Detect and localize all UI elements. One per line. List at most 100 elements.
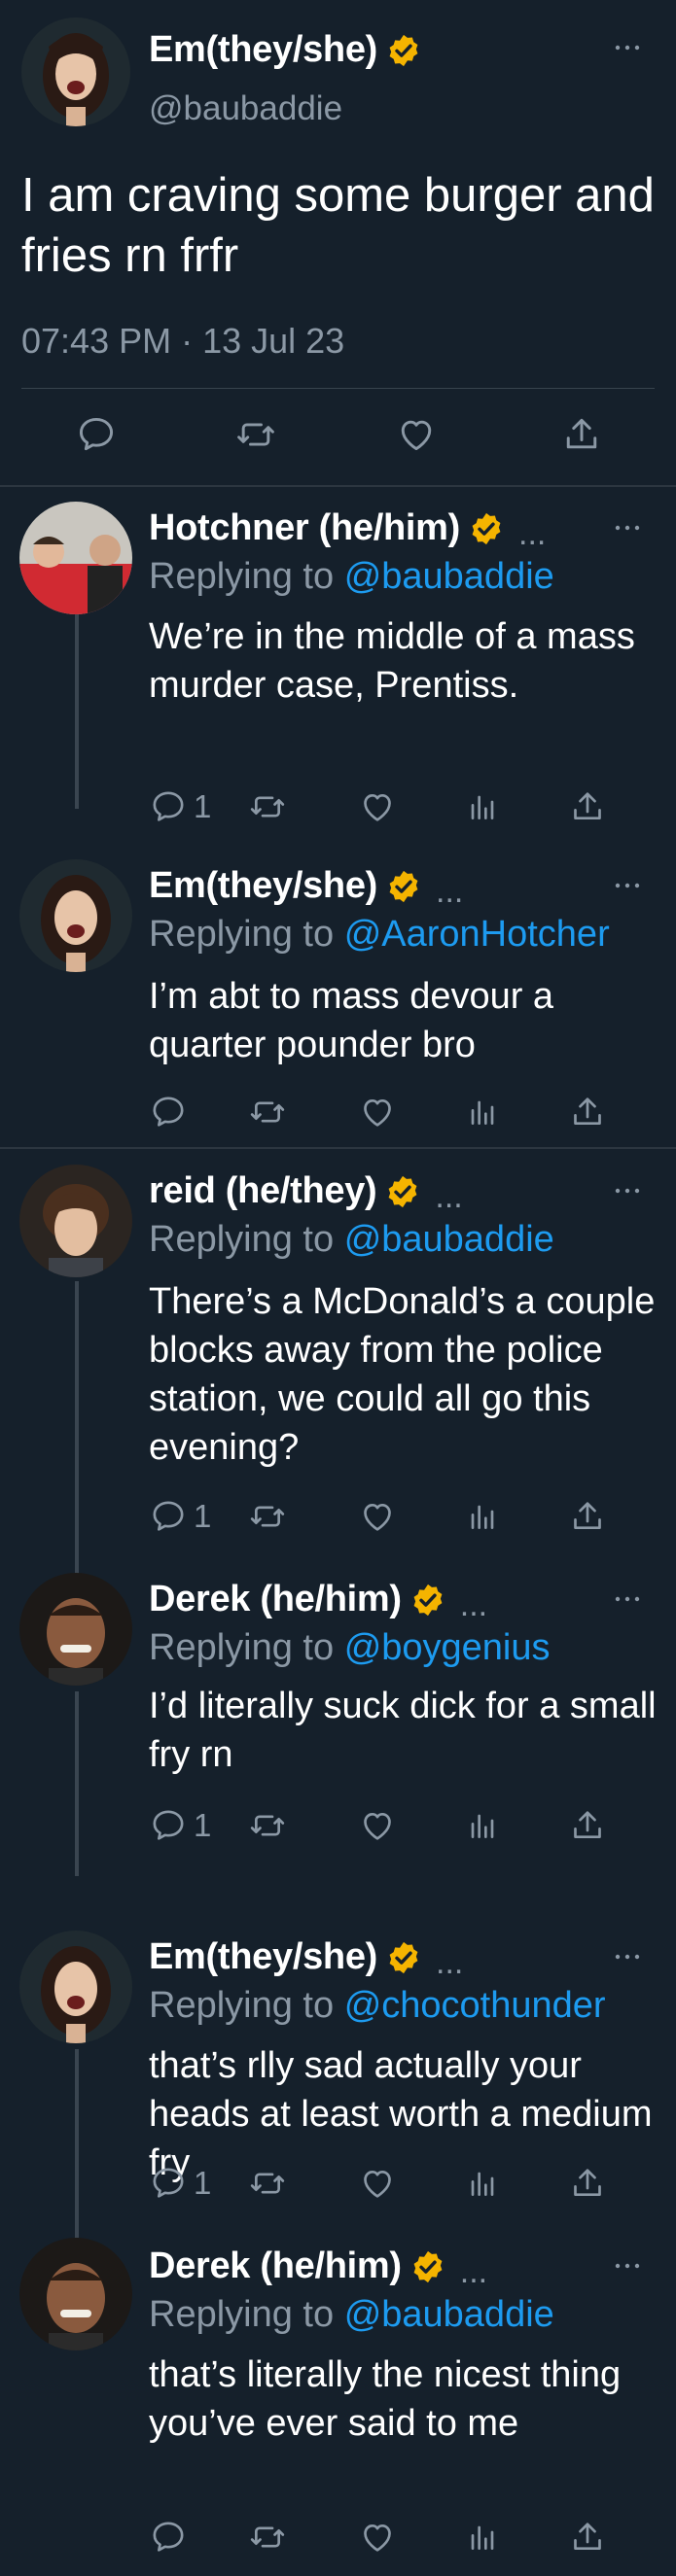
analytics-button[interactable] [463, 1806, 502, 1845]
replying-label: Replying to [149, 1985, 335, 2026]
author-overflow: ... [435, 1178, 463, 1215]
more-icon[interactable] [613, 1952, 642, 1962]
avatar[interactable] [21, 17, 130, 126]
share-button[interactable] [568, 1806, 607, 1845]
reply-button[interactable] [149, 1093, 194, 1131]
retweet-button[interactable] [248, 2164, 287, 2203]
replying-label: Replying to [149, 556, 335, 597]
analytics-icon [463, 787, 502, 826]
reply-count: 1 [194, 788, 212, 824]
author-name[interactable]: Derek (he/him) [149, 2245, 402, 2287]
retweet-button[interactable] [248, 2518, 287, 2557]
verified-badge-icon [384, 1173, 421, 1210]
like-button[interactable] [358, 2518, 397, 2557]
share-button[interactable] [568, 2518, 607, 2557]
more-icon[interactable] [613, 881, 642, 890]
reply-button[interactable] [149, 2518, 194, 2557]
retweet-icon [248, 1806, 287, 1845]
author-row: Hotchner (he/him) ... [149, 507, 546, 552]
retweet-button[interactable] [248, 1497, 287, 1536]
avatar[interactable] [19, 1931, 132, 2043]
reply-button[interactable]: 1 [149, 1497, 211, 1536]
more-icon[interactable] [613, 43, 642, 52]
share-button[interactable] [568, 1093, 607, 1131]
like-button[interactable] [395, 413, 438, 456]
mention-link[interactable]: @baubaddie [344, 556, 554, 597]
tweet-actions [0, 2518, 676, 2557]
verified-badge-icon [385, 32, 422, 69]
share-button[interactable] [560, 413, 603, 456]
author-name[interactable]: reid (he/they) [149, 1170, 377, 1212]
avatar[interactable] [19, 859, 132, 972]
like-icon [358, 1806, 397, 1845]
like-button[interactable] [358, 787, 397, 826]
analytics-button[interactable] [463, 1093, 502, 1131]
more-icon[interactable] [613, 2261, 642, 2271]
thread-line [75, 1281, 79, 1584]
author-row: reid (he/they) ... [149, 1170, 463, 1215]
mention-link[interactable]: @AaronHotcher [344, 914, 610, 955]
reply-button[interactable]: 1 [149, 787, 211, 826]
share-button[interactable] [568, 787, 607, 826]
avatar[interactable] [19, 1165, 132, 1277]
author-name[interactable]: Em(they/she) [149, 29, 377, 71]
mention-link[interactable]: @chocothunder [344, 1985, 606, 2026]
like-button[interactable] [358, 1093, 397, 1131]
retweet-icon [248, 2518, 287, 2557]
tweet-text: There’s a McDonald’s a couple blocks awa… [149, 1281, 656, 1468]
analytics-icon [463, 1497, 502, 1536]
author-name[interactable]: Em(they/she) [149, 865, 377, 907]
author-row: Em(they/she) ... [149, 865, 463, 910]
tweet-text: that’s literally the nicest thing you’ve… [149, 2354, 622, 2444]
avatar[interactable] [19, 2238, 132, 2350]
tweet-actions: 1 [0, 1806, 676, 1845]
mention-link[interactable]: @baubaddie [344, 1219, 554, 1260]
tweet-actions [0, 413, 676, 462]
retweet-icon [248, 787, 287, 826]
retweet-button[interactable] [248, 787, 287, 826]
avatar[interactable] [19, 1573, 132, 1686]
divider [21, 388, 655, 389]
analytics-button[interactable] [463, 2164, 502, 2203]
like-button[interactable] [358, 1497, 397, 1536]
share-icon [568, 2518, 607, 2557]
retweet-button[interactable] [248, 1093, 287, 1131]
more-icon[interactable] [613, 523, 642, 533]
share-icon [568, 1093, 607, 1131]
author-name[interactable]: Em(they/she) [149, 1936, 377, 1978]
retweet-button[interactable] [234, 413, 277, 456]
analytics-button[interactable] [463, 1497, 502, 1536]
author-name[interactable]: Hotchner (he/him) [149, 507, 460, 549]
share-button[interactable] [568, 2164, 607, 2203]
analytics-button[interactable] [463, 2518, 502, 2557]
author-overflow: ... [436, 1944, 464, 1981]
like-button[interactable] [358, 1806, 397, 1845]
mention-link[interactable]: @baubaddie [344, 2294, 554, 2335]
reply-button[interactable] [75, 413, 118, 456]
tweet-text: I am craving some burger and fries rn fr… [21, 169, 655, 282]
author-handle[interactable]: @baubaddie [149, 89, 342, 128]
more-icon[interactable] [613, 1186, 642, 1196]
author-overflow: ... [436, 873, 464, 910]
avatar[interactable] [19, 502, 132, 614]
reply-button[interactable]: 1 [149, 2164, 211, 2203]
more-icon[interactable] [613, 1594, 642, 1604]
like-icon [358, 1497, 397, 1536]
tweet-text: I’m abt to mass devour a quarter pounder… [149, 976, 554, 1065]
retweet-button[interactable] [248, 1806, 287, 1845]
like-icon [358, 2518, 397, 2557]
mention-link[interactable]: @boygenius [344, 1627, 551, 1668]
like-button[interactable] [358, 2164, 397, 2203]
share-button[interactable] [568, 1497, 607, 1536]
retweet-icon [234, 413, 277, 456]
analytics-button[interactable] [463, 787, 502, 826]
share-icon [560, 413, 603, 456]
share-icon [568, 787, 607, 826]
replying-label: Replying to [149, 914, 335, 955]
replying-to: Replying to @baubaddie [149, 2294, 554, 2336]
author-row: Derek (he/him) ... [149, 1579, 487, 1623]
comment-icon [149, 1806, 188, 1845]
tweet-actions: 1 [0, 787, 676, 826]
reply-button[interactable]: 1 [149, 1806, 211, 1845]
author-name[interactable]: Derek (he/him) [149, 1579, 402, 1620]
